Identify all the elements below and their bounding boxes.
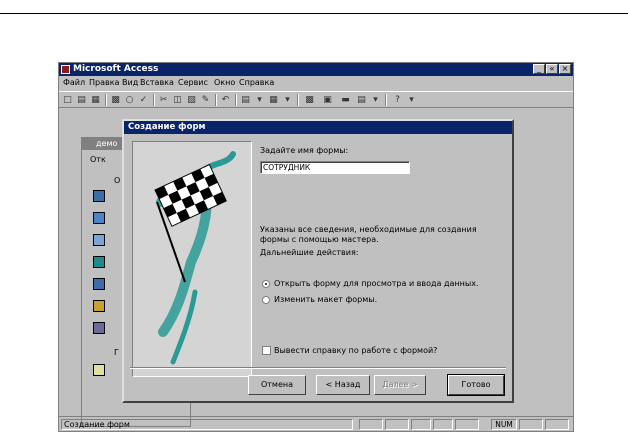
menu-bar: Файл Правка Вид Вставка Сервис Окно Спра… <box>59 77 573 90</box>
analyze-icon[interactable]: ▦ <box>267 94 280 106</box>
dropdown-icon[interactable]: ▾ <box>369 94 382 106</box>
paste-icon[interactable]: ▧ <box>185 94 198 106</box>
print-icon[interactable]: ▩ <box>109 94 122 106</box>
close-button[interactable]: × <box>559 64 571 74</box>
db-groups-label: Г <box>114 348 119 357</box>
dialog-title: Создание форм <box>124 121 512 134</box>
menu-tools[interactable]: Сервис <box>178 78 208 87</box>
db-tables-tab[interactable] <box>91 188 111 204</box>
save-icon[interactable]: ▦ <box>89 94 102 106</box>
next-actions-label: Дальнейшие действия: <box>260 248 359 257</box>
open-folder-icon[interactable]: ▤ <box>75 94 88 106</box>
info-line-2: формы с помощью мастера. <box>260 235 379 244</box>
dropdown-icon[interactable]: ▾ <box>281 94 294 106</box>
edit-layout-radio[interactable] <box>262 296 270 304</box>
menu-help[interactable]: Справка <box>239 78 274 87</box>
new-icon[interactable]: □ <box>61 94 74 106</box>
edit-layout-label[interactable]: Изменить макет формы. <box>274 295 377 304</box>
undo-icon[interactable]: ↶ <box>219 94 232 106</box>
status-cell <box>433 419 453 430</box>
window-title: Microsoft Access <box>73 64 159 74</box>
code-icon[interactable]: ▩ <box>303 94 316 106</box>
status-cell <box>545 419 569 430</box>
dialog-divider <box>130 367 506 369</box>
status-bar: Создание форм NUM <box>59 416 573 431</box>
form-name-input[interactable]: СОТРУДНИК <box>260 161 410 174</box>
db-queries-tab[interactable] <box>91 210 111 226</box>
spelling-icon[interactable]: ✓ <box>137 94 150 106</box>
menu-edit[interactable]: Правка <box>89 78 119 87</box>
db-macros-tab[interactable] <box>91 298 111 314</box>
access-key-icon[interactable] <box>61 65 70 74</box>
back-button[interactable]: < Назад <box>316 375 370 395</box>
status-cell <box>359 419 383 430</box>
db-column-header: О <box>114 176 121 185</box>
db-forms-tab[interactable] <box>91 232 111 248</box>
status-cell <box>455 419 479 430</box>
next-button[interactable]: Далее > <box>374 375 426 395</box>
show-help-label[interactable]: Вывести справку по работе с формой? <box>274 346 437 355</box>
form-name-label: Задайте имя формы: <box>260 146 349 155</box>
menu-view[interactable]: Вид <box>122 78 138 87</box>
database-title: демо <box>96 139 118 148</box>
status-cell <box>411 419 431 430</box>
wizard-image-panel <box>132 141 252 377</box>
db-modules-tab[interactable] <box>91 320 111 336</box>
preview-icon[interactable]: ○ <box>123 94 136 106</box>
open-form-radio[interactable] <box>262 280 270 288</box>
cancel-button[interactable]: Отмена <box>248 375 306 395</box>
status-text: Создание форм <box>61 419 353 430</box>
toolbar: □ ▤ ▦ ▩ ○ ✓ ✂ ◫ ▧ ✎ ↶ ▤ ▾ ▦ ▾ ▩ ▣ ▬ ▤ ▾ … <box>59 91 573 108</box>
restore-button[interactable]: « <box>546 64 558 74</box>
db-reports-tab[interactable] <box>91 254 111 270</box>
form-wizard-dialog: Создание форм Задайте имя формы: СОТРУДН… <box>122 119 514 403</box>
help-icon[interactable]: ? <box>391 94 404 106</box>
new-object-icon[interactable]: ▤ <box>355 94 368 106</box>
copy-icon[interactable]: ◫ <box>171 94 184 106</box>
dropdown-icon[interactable]: ▾ <box>253 94 266 106</box>
format-painter-icon[interactable]: ✎ <box>199 94 212 106</box>
db-open-button[interactable]: Отк <box>90 155 106 164</box>
status-cell <box>519 419 543 430</box>
office-links-icon[interactable]: ▤ <box>239 94 252 106</box>
db-favorites-item[interactable] <box>91 362 111 378</box>
top-rule <box>0 13 628 14</box>
num-lock-indicator: NUM <box>491 419 517 430</box>
toolbar-separator <box>297 94 299 106</box>
dropdown-icon[interactable]: ▾ <box>405 94 418 106</box>
toolbar-separator <box>385 94 387 106</box>
status-cell <box>385 419 409 430</box>
open-form-label[interactable]: Открыть форму для просмотра и ввода данн… <box>274 279 478 288</box>
toolbar-separator <box>153 94 155 106</box>
info-line-1: Указаны все сведения, необходимые для со… <box>260 225 477 234</box>
toolbar-separator <box>215 94 217 106</box>
show-help-checkbox[interactable] <box>262 346 271 355</box>
menu-insert[interactable]: Вставка <box>140 78 174 87</box>
cut-icon[interactable]: ✂ <box>157 94 170 106</box>
checkered-flag-icon <box>154 151 236 365</box>
properties-icon[interactable]: ▣ <box>321 94 334 106</box>
toolbar-separator <box>105 94 107 106</box>
finish-button[interactable]: Готово <box>447 374 505 396</box>
toolbar-separator <box>235 94 237 106</box>
minimize-button[interactable]: _ <box>533 64 545 74</box>
menu-window[interactable]: Окно <box>214 78 235 87</box>
db-pages-tab[interactable] <box>91 276 111 292</box>
title-bar: Microsoft Access _ « × <box>59 63 573 76</box>
menu-file[interactable]: Файл <box>63 78 85 87</box>
relationships-icon[interactable]: ▬ <box>339 94 352 106</box>
